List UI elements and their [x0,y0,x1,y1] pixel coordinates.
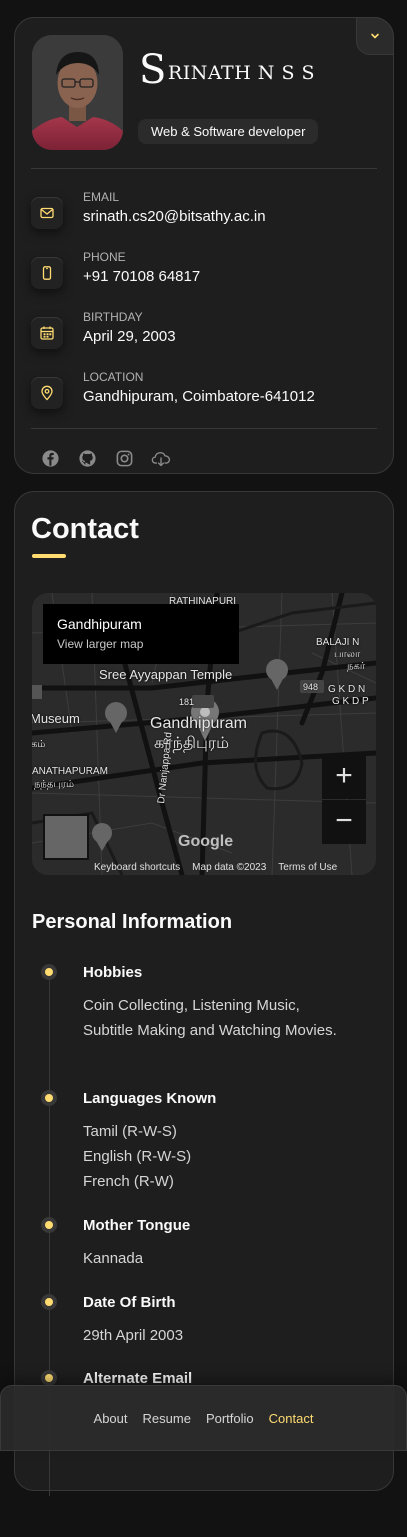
page-title: Contact [31,513,139,545]
timeline-body: Coin Collecting, Listening Music, Subtit… [83,997,337,1039]
timeline-title: Languages Known [83,1090,217,1107]
timeline-dot [45,1094,53,1102]
nav-about[interactable]: About [94,1411,128,1426]
phone-value[interactable]: +91 70108 64817 [83,268,200,285]
timeline-dot [45,968,53,976]
map-place-name: Gandhipuram [57,616,142,632]
location-value: Gandhipuram, Coimbatore-641012 [83,388,315,405]
map-label-route-948: 948 [303,682,319,692]
contact-birthday: Birthday April 29, 2003 [31,310,381,354]
timeline-body: 29th April 2003 [83,1327,184,1344]
phone-label: Phone [83,250,126,264]
timeline-title: Hobbies [83,964,143,981]
facebook-icon[interactable] [40,448,60,468]
map-keyboard-shortcuts[interactable]: Keyboard shortcuts [94,862,180,873]
contact-phone: Phone +91 70108 64817 [31,250,381,294]
map-label-route-181: 181 [179,697,195,707]
instagram-icon[interactable] [114,448,134,468]
map-label-balaji-ta: பாலா [334,649,361,660]
timeline-dot [45,1221,53,1229]
map-label-center: Gandhipuram [150,715,247,732]
show-contacts-toggle[interactable] [356,17,394,55]
map-label-museum: Museum [32,711,80,726]
calendar-icon [31,317,63,349]
google-logo: Google [178,833,234,850]
map-label-ta-small: கம் [32,739,46,750]
map-zoom-out-button[interactable]: − [322,800,366,844]
title-underline [32,554,66,558]
nav-resume[interactable]: Resume [143,1411,191,1426]
name-first-letter: S [139,47,167,93]
social-links [40,448,171,468]
language-line: English (R-W-S) [83,1148,192,1165]
map-label-anathapuram: ANATHAPURAM [32,766,108,777]
profile-name: SRINATH N S S [139,50,315,90]
birthday-value: April 29, 2003 [83,328,176,345]
timeline-body: Tamil (R-W-S) English (R-W-S) French (R-… [83,1119,353,1194]
birthday-label: Birthday [83,310,143,324]
contact-email: Email srinath.cs20@bitsathy.ac.in [31,190,381,234]
timeline-title: Date Of Birth [83,1294,176,1311]
map-label-temple: Sree Ayyappan Temple [99,667,233,682]
map-label-balaji: BALAJI N [316,637,360,648]
sidebar: SRINATH N S S Web & Software developer E… [14,17,394,474]
map-label-anathapuram-ta: நந்தபுரம் [34,779,74,790]
timeline-title: Mother Tongue [83,1217,191,1234]
separator [31,168,377,169]
location-label: Location [83,370,144,384]
language-line: Tamil (R-W-S) [83,1123,177,1140]
phone-icon [31,257,63,289]
nav-contact[interactable]: Contact [269,1411,314,1426]
profile-title-badge: Web & Software developer [138,119,319,144]
name-rest: RINATH N S S [167,62,316,84]
map-terms-link[interactable]: Terms of Use [278,862,337,873]
map-footer: Keyboard shortcuts Map data ©2023 Terms … [88,859,376,875]
location-icon [31,377,63,409]
email-label: Email [83,190,120,204]
separator [31,428,377,429]
timeline-dot [45,1374,53,1382]
cloud-download-icon[interactable] [151,448,171,468]
view-larger-map-link[interactable]: View larger map [57,637,225,651]
timeline-dot [45,1298,53,1306]
contact-article: Contact RATHINAPURI BALAJI N பாலா நகர் G… [14,491,394,1496]
map-embed[interactable]: RATHINAPURI BALAJI N பாலா நகர் G K D N G… [32,593,376,875]
language-line: French (R-W) [83,1173,174,1190]
map-label-gkdn: G K D N [328,684,366,695]
personal-info-heading: Personal Information [32,911,233,933]
mail-icon [31,197,63,229]
map-label-nagar-ta: நகர் [347,661,366,672]
map-label-gkdp: G K D P [332,696,369,707]
nav-portfolio[interactable]: Portfolio [206,1411,254,1426]
github-icon[interactable] [77,448,97,468]
chevron-down-icon [371,33,379,39]
bottom-navbar: About Resume Portfolio Contact [0,1385,407,1451]
map-zoom-in-button[interactable]: + [322,755,366,799]
timeline-body: Kannada [83,1250,144,1267]
avatar [32,35,123,150]
map-info-card: Gandhipuram View larger map [43,604,239,664]
email-value[interactable]: srinath.cs20@bitsathy.ac.in [83,208,266,225]
map-data-credit: Map data ©2023 [192,861,267,873]
contact-location: Location Gandhipuram, Coimbatore-641012 [31,370,381,414]
